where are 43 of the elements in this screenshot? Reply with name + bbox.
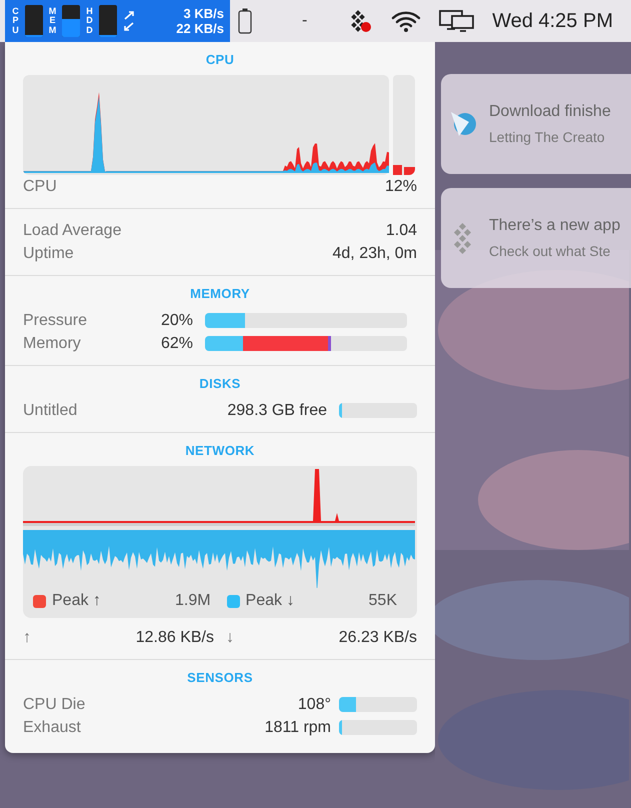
download-rate: 26.23 KB/s xyxy=(338,628,417,646)
memory-label: Memory xyxy=(23,334,82,352)
cpu-label: CPU xyxy=(23,178,57,196)
notification-card[interactable]: There’s a new app Check out what Ste xyxy=(441,188,631,288)
section-title: CPU xyxy=(204,52,236,67)
legend-label: Peak ↓ xyxy=(246,592,294,610)
disk-free: 298.3 GB free xyxy=(226,402,327,420)
upload-arrow: ↑ xyxy=(23,628,31,646)
stat-value: 1.04 xyxy=(386,222,417,240)
stat-label: Load Average xyxy=(23,222,122,240)
notification-card[interactable]: Download finishe Letting The Creato xyxy=(441,74,631,174)
download-arrow: ↓ xyxy=(226,628,234,646)
notification-title: Download finishe xyxy=(489,103,611,121)
memory-value: 62% xyxy=(160,334,193,352)
legend-label: Peak ↑ xyxy=(52,592,101,610)
stat-value: 4d, 23h, 0m xyxy=(332,244,417,262)
stat-label: Uptime xyxy=(23,244,74,262)
upload-rate: 12.86 KB/s xyxy=(136,628,214,646)
section-title: SENSORS xyxy=(186,670,254,685)
sensor-value: 1811 rpm xyxy=(264,718,331,736)
legend-value: 1.9M xyxy=(174,592,211,610)
legend-value: 55K xyxy=(368,592,397,610)
network-rate: 3 KB/s xyxy=(184,6,224,21)
disk-label: Untitled xyxy=(23,402,78,420)
memory-value: 20% xyxy=(160,312,193,330)
sensor-label: Exhaust xyxy=(23,718,81,736)
notification-title: There’s a new app xyxy=(489,217,620,235)
sensor-value: 108° xyxy=(298,696,331,714)
cpu-value: 12% xyxy=(384,178,417,196)
notification-text: Letting The Creato xyxy=(489,129,606,145)
meter-label: CPU xyxy=(11,6,20,36)
notification-text: Check out what Ste xyxy=(489,243,612,259)
memory-label: Pressure xyxy=(23,312,88,330)
system-monitor-widget[interactable]: CPU MEM HDD 3 KB/s 22 KB/s xyxy=(5,0,230,42)
clock[interactable]: Wed 4:25 PM xyxy=(492,10,613,32)
section-title: NETWORK xyxy=(184,443,256,458)
meter-label: MEM xyxy=(48,6,57,36)
meter-label: HDD xyxy=(85,6,94,36)
menu-item[interactable]: - xyxy=(302,12,308,30)
network-rate: 22 KB/s xyxy=(176,21,224,36)
section-title: MEMORY xyxy=(189,286,251,301)
section-title: DISKS xyxy=(198,376,242,391)
sensor-label: CPU Die xyxy=(23,696,86,714)
